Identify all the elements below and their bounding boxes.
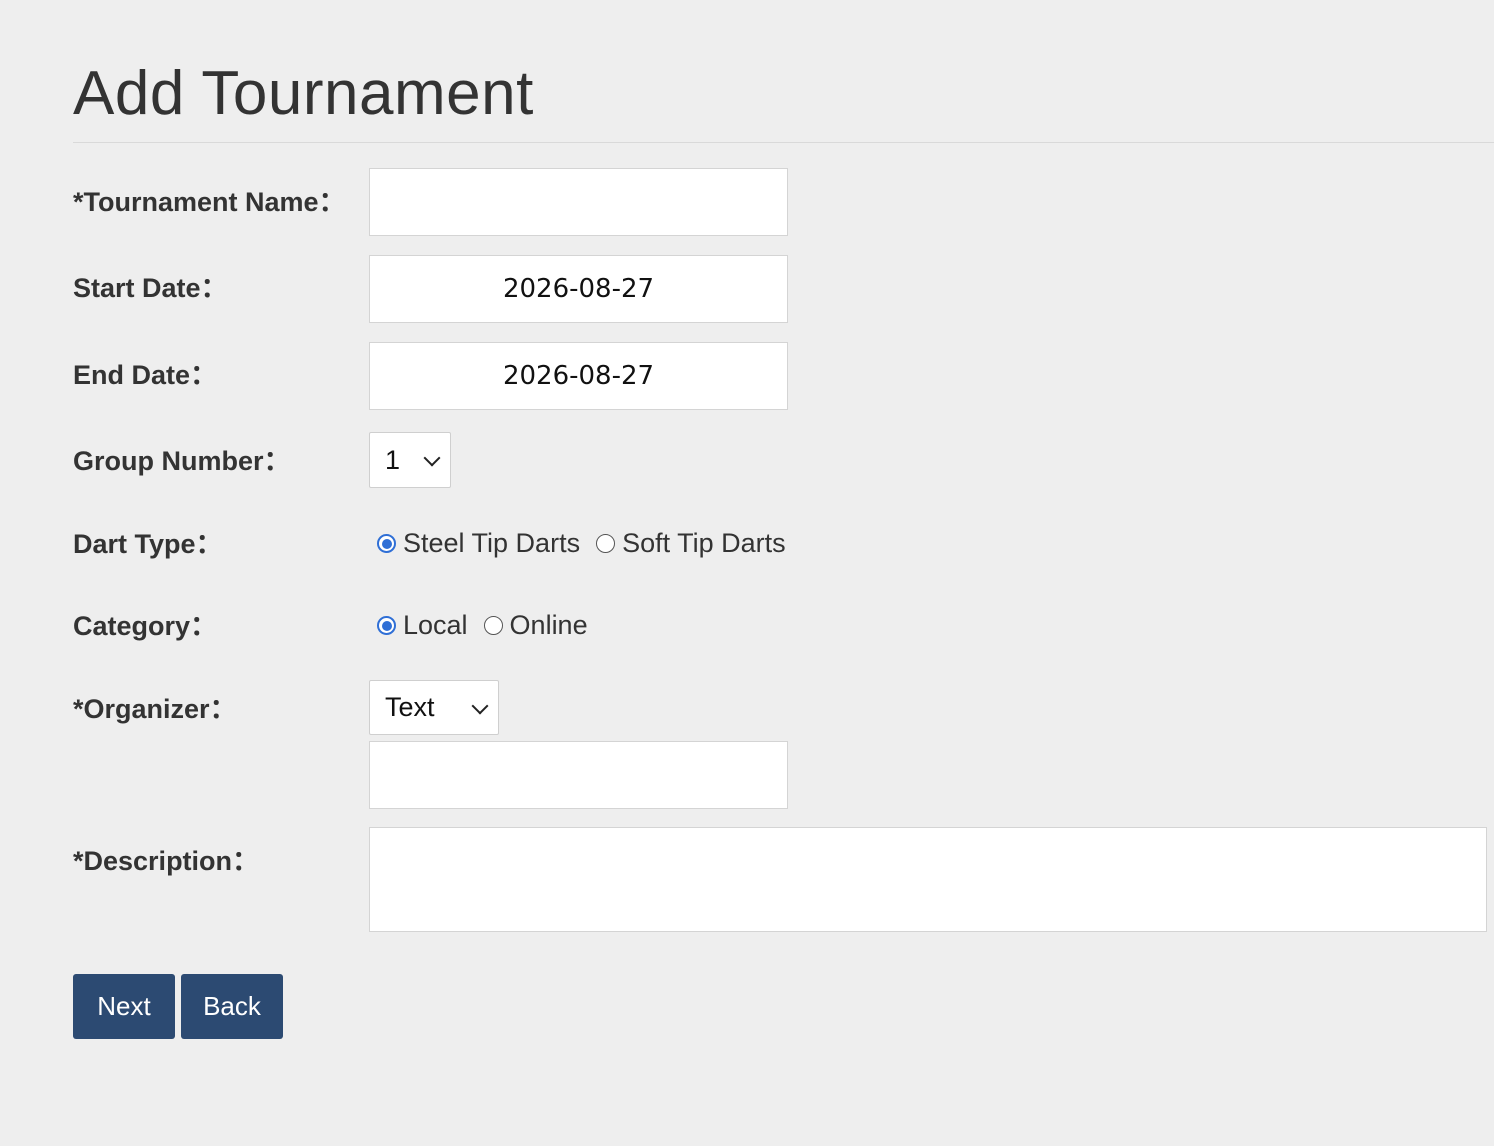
dart-type-option-steel[interactable]: Steel Tip Darts — [377, 528, 580, 559]
category-option-local[interactable]: Local — [377, 610, 468, 641]
radio-checked-icon[interactable] — [377, 615, 396, 635]
chevron-down-icon — [471, 697, 489, 714]
add-tournament-page: Add Tournament *Tournament Name： Start D… — [0, 0, 1494, 1146]
organizer-input[interactable] — [369, 741, 788, 809]
category-label: Category： — [73, 611, 218, 641]
description-label: *Description： — [73, 846, 260, 876]
radio-unchecked-icon[interactable] — [596, 533, 616, 553]
tournament-name-label: *Tournament Name： — [73, 187, 346, 217]
organizer-label: *Organizer： — [73, 694, 237, 724]
description-textarea[interactable] — [369, 827, 1487, 932]
category-radio-group: Local Online — [377, 608, 588, 642]
start-date-label: Start Date： — [73, 273, 228, 303]
radio-unchecked-icon[interactable] — [483, 615, 503, 635]
start-date-input[interactable] — [369, 255, 788, 323]
back-button[interactable]: Back — [181, 974, 283, 1039]
group-number-select[interactable]: 1 — [369, 432, 451, 488]
category-option-online[interactable]: Online — [483, 609, 588, 641]
category-option-label: Local — [403, 609, 468, 640]
tournament-name-input[interactable] — [369, 168, 788, 236]
group-number-selected-value: 1 — [385, 444, 401, 475]
organizer-type-selected-value: Text — [385, 692, 435, 722]
dart-type-option-label: Soft Tip Darts — [622, 527, 786, 558]
group-number-label: Group Number： — [73, 446, 291, 476]
category-option-label: Online — [509, 609, 588, 640]
page-title: Add Tournament — [73, 59, 534, 128]
next-button[interactable]: Next — [73, 974, 175, 1039]
title-divider — [73, 142, 1494, 143]
end-date-input[interactable] — [369, 342, 788, 410]
chevron-down-icon — [423, 449, 441, 467]
dart-type-label: Dart Type： — [73, 529, 223, 559]
radio-checked-icon[interactable] — [377, 533, 396, 553]
dart-type-radio-group: Steel Tip Darts Soft Tip Darts — [377, 526, 786, 560]
organizer-type-select[interactable]: Text — [369, 680, 499, 735]
dart-type-option-soft[interactable]: Soft Tip Darts — [596, 528, 786, 559]
end-date-label: End Date： — [73, 360, 218, 390]
dart-type-option-label: Steel Tip Darts — [403, 527, 581, 558]
